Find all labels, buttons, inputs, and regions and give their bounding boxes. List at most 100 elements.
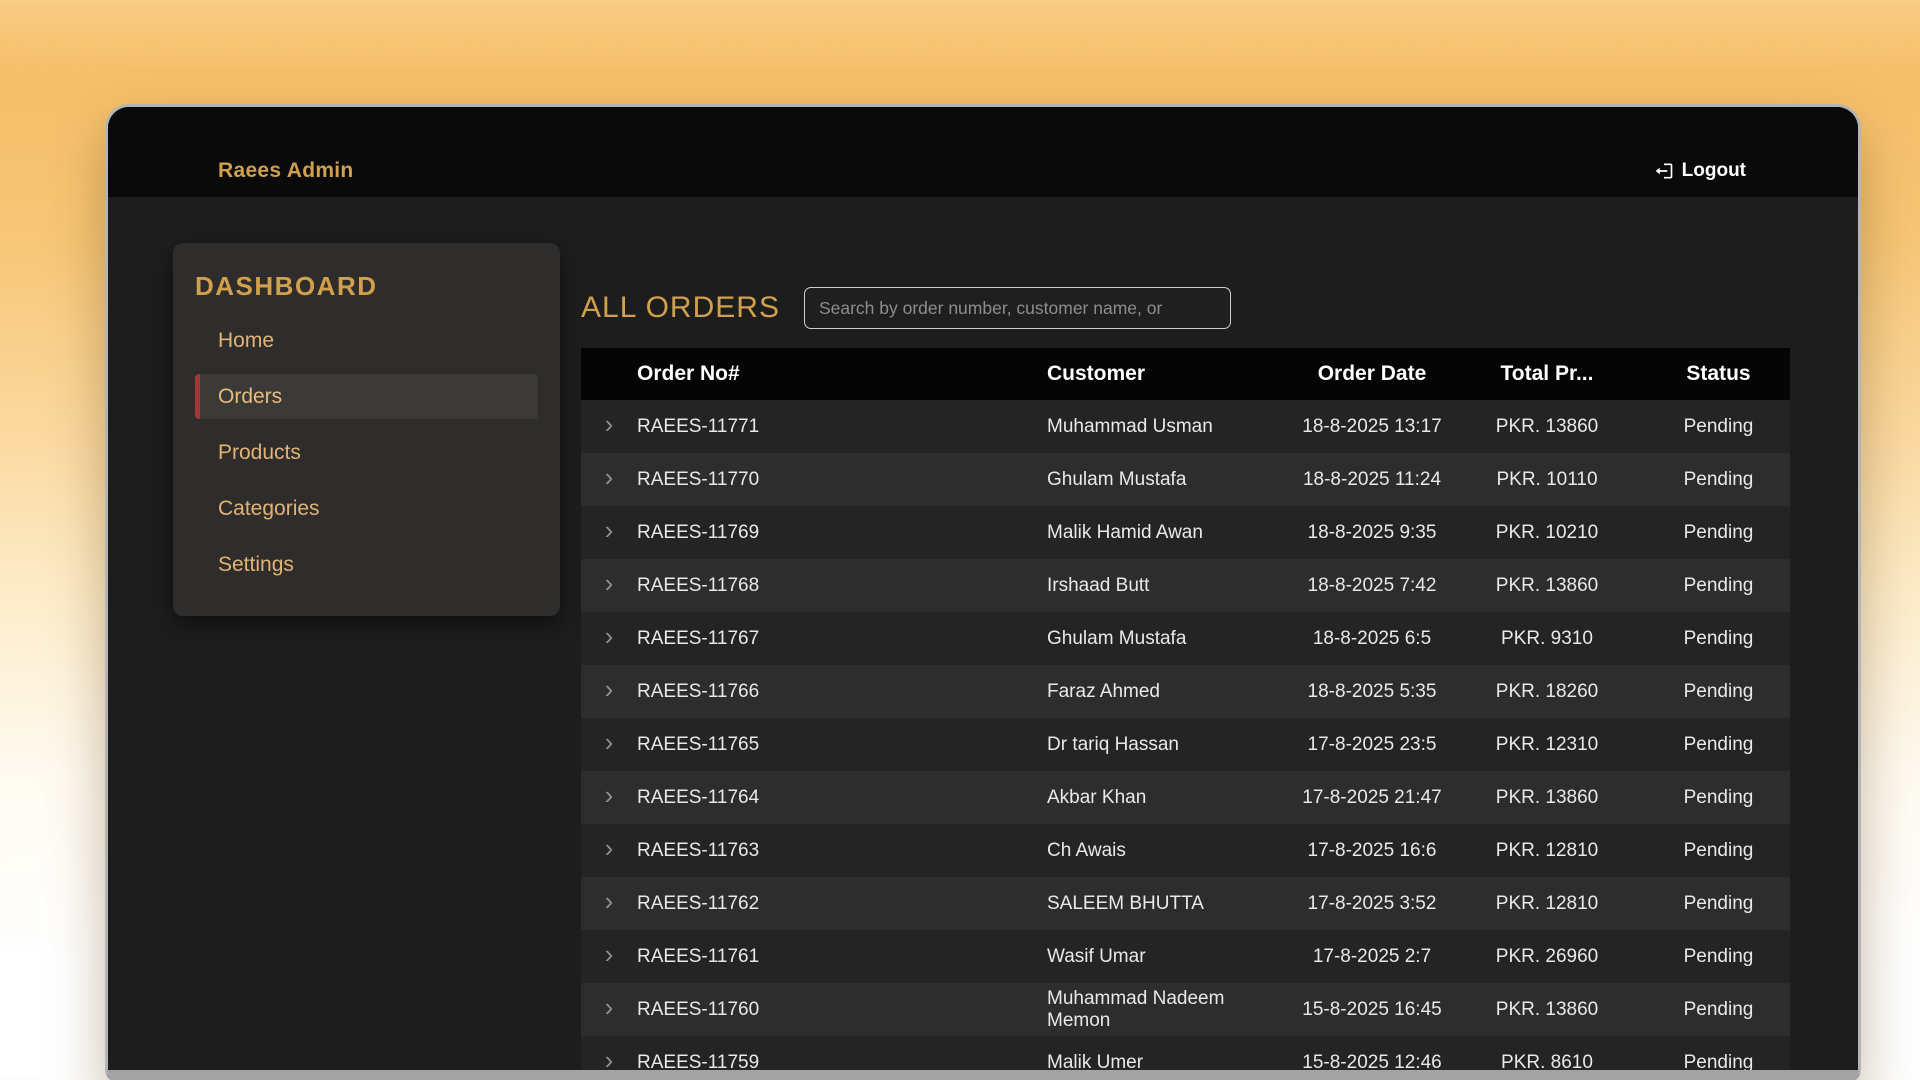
cell-customer: Muhammad Nadeem Memon — [1047, 988, 1297, 1031]
expand-chevron-icon[interactable]: › — [605, 1047, 614, 1071]
expand-chevron-icon[interactable]: › — [605, 941, 614, 967]
expand-cell: › — [581, 943, 637, 971]
table-row[interactable]: ›RAEES-11771Muhammad Usman18-8-2025 13:1… — [581, 400, 1790, 453]
table-row[interactable]: › RAEES-11770Ghulam Mustafa18-8-2025 11:2… — [581, 453, 1790, 506]
sidebar: DASHBOARD Home Orders Products Categories Se… — [173, 243, 560, 616]
expand-cell: › — [581, 784, 637, 812]
sidebar-item-orders[interactable]: Orders — [195, 374, 538, 419]
cell-customer: SALEEM BHUTTA — [1047, 893, 1297, 914]
table-row[interactable]: ›RAEES-11766Faraz Ahmed18-8-2025 5:35PKR… — [581, 665, 1790, 718]
table-header-row: Order No# Customer Order Date Total Pr..… — [581, 348, 1790, 400]
cell-total-price: PKR. 12810 — [1447, 840, 1647, 862]
table-row[interactable]: ›RAEES-11759Malik Umer15-8-2025 12:46PKR… — [581, 1036, 1790, 1070]
expand-cell: › — [581, 996, 637, 1024]
cell-order-no: RAEES-11760 — [637, 999, 1047, 1021]
table-body: ›RAEES-11771Muhammad Usman18-8-2025 13:1… — [581, 400, 1790, 1070]
sidebar-item-label: Home — [218, 329, 274, 353]
header-order-date: Order Date — [1297, 362, 1447, 386]
cell-order-date: 18-8-2025 6:5 — [1297, 628, 1447, 650]
cell-status: Pending — [1647, 946, 1790, 968]
sidebar-item-label: Categories — [218, 497, 320, 521]
cell-customer: Dr tariq Hassan — [1047, 734, 1297, 755]
expand-chevron-icon[interactable]: › — [605, 411, 614, 437]
cell-status: Pending — [1647, 628, 1790, 650]
sidebar-item-label: Orders — [218, 385, 282, 409]
cell-order-no: RAEES-11766 — [637, 681, 1047, 703]
logout-button[interactable]: Logout — [1654, 160, 1746, 182]
table-row[interactable]: ›RAEES-11768Irshaad Butt18-8-2025 7:42PK… — [581, 559, 1790, 612]
expand-chevron-icon[interactable]: › — [605, 888, 614, 914]
cell-order-date: 15-8-2025 16:45 — [1297, 999, 1447, 1021]
cell-order-no: RAEES-11767 — [637, 628, 1047, 650]
table-row[interactable]: ›RAEES-11761Wasif Umar17-8-2025 2:7PKR. … — [581, 930, 1790, 983]
cell-order-date: 18-8-2025 11:24 — [1297, 469, 1447, 491]
header-order-no: Order No# — [637, 362, 1047, 386]
cell-order-no: RAEES-11768 — [637, 575, 1047, 597]
cell-order-date: 18-8-2025 7:42 — [1297, 575, 1447, 597]
cell-total-price: PKR. 9310 — [1447, 628, 1647, 650]
expand-chevron-icon[interactable]: › — [605, 464, 614, 490]
logout-label: Logout — [1682, 160, 1746, 182]
cell-total-price: PKR. 13860 — [1447, 999, 1647, 1021]
expand-chevron-icon[interactable]: › — [605, 782, 614, 808]
cell-total-price: PKR. 13860 — [1447, 416, 1647, 438]
expand-chevron-icon[interactable]: › — [605, 729, 614, 755]
sidebar-title: DASHBOARD — [173, 243, 560, 302]
cell-order-date: 17-8-2025 3:52 — [1297, 893, 1447, 915]
cell-order-no: RAEES-11770 — [637, 469, 1047, 491]
header-status: Status — [1647, 362, 1790, 386]
cell-order-date: 15-8-2025 12:46 — [1297, 1052, 1447, 1071]
cell-order-no: RAEES-11765 — [637, 734, 1047, 756]
table-row[interactable]: › RAEES-11763Ch Awais17-8-2025 16:6PKR. 1… — [581, 824, 1790, 877]
cell-status: Pending — [1647, 416, 1790, 438]
expand-chevron-icon[interactable]: › — [605, 517, 614, 543]
cell-customer: Ghulam Mustafa — [1047, 469, 1297, 490]
sidebar-item-label: Settings — [218, 553, 294, 577]
table-row[interactable]: ›RAEES-11764Akbar Khan17-8-2025 21:47PKR… — [581, 771, 1790, 824]
expand-cell: › — [581, 837, 637, 865]
cell-total-price: PKR. 18260 — [1447, 681, 1647, 703]
cell-order-no: RAEES-11759 — [637, 1052, 1047, 1071]
expand-chevron-icon[interactable]: › — [605, 994, 614, 1020]
cell-total-price: PKR. 10110 — [1447, 469, 1647, 491]
expand-chevron-icon[interactable]: › — [605, 676, 614, 702]
cell-customer: Malik Umer — [1047, 1052, 1297, 1070]
cell-status: Pending — [1647, 469, 1790, 491]
sidebar-item-categories[interactable]: Categories — [195, 486, 538, 531]
page-title: ALL ORDERS — [581, 291, 780, 325]
expand-cell: › — [581, 466, 637, 494]
top-bar: Raees Admin Logout — [108, 107, 1858, 197]
expand-chevron-icon[interactable]: › — [605, 623, 614, 649]
cell-total-price: PKR. 13860 — [1447, 787, 1647, 809]
cell-order-no: RAEES-11764 — [637, 787, 1047, 809]
cell-status: Pending — [1647, 575, 1790, 597]
cell-total-price: PKR. 13860 — [1447, 575, 1647, 597]
cell-order-date: 18-8-2025 5:35 — [1297, 681, 1447, 703]
cell-customer: Ch Awais — [1047, 840, 1297, 861]
cell-status: Pending — [1647, 734, 1790, 756]
sidebar-item-home[interactable]: Home — [195, 318, 538, 363]
expand-cell: › — [581, 1049, 637, 1071]
expand-chevron-icon[interactable]: › — [605, 835, 614, 861]
cell-total-price: PKR. 12310 — [1447, 734, 1647, 756]
cell-order-date: 17-8-2025 16:6 — [1297, 840, 1447, 862]
expand-chevron-icon[interactable]: › — [605, 570, 614, 596]
sidebar-item-label: Products — [218, 441, 301, 465]
table-row[interactable]: ›RAEES-11765Dr tariq Hassan17-8-2025 23:… — [581, 718, 1790, 771]
expand-cell: › — [581, 519, 637, 547]
table-row[interactable]: › RAEES-11760Muhammad Nadeem Memon15-8-20… — [581, 983, 1790, 1036]
cell-order-no: RAEES-11763 — [637, 840, 1047, 862]
cell-customer: Malik Hamid Awan — [1047, 522, 1297, 543]
cell-customer: Wasif Umar — [1047, 946, 1297, 967]
search-input[interactable] — [804, 287, 1231, 329]
sidebar-item-settings[interactable]: Settings — [195, 542, 538, 587]
table-row[interactable]: ›RAEES-11769Malik Hamid Awan18-8-2025 9:… — [581, 506, 1790, 559]
header-total-price: Total Pr... — [1447, 362, 1647, 386]
table-row[interactable]: ›RAEES-11762SALEEM BHUTTA17-8-2025 3:52P… — [581, 877, 1790, 930]
cell-status: Pending — [1647, 893, 1790, 915]
cell-order-date: 17-8-2025 2:7 — [1297, 946, 1447, 968]
orders-toolbar: ALL ORDERS — [581, 287, 1790, 329]
sidebar-item-products[interactable]: Products — [195, 430, 538, 475]
cell-status: Pending — [1647, 1052, 1790, 1071]
table-row[interactable]: ›RAEES-11767Ghulam Mustafa18-8-2025 6:5P… — [581, 612, 1790, 665]
